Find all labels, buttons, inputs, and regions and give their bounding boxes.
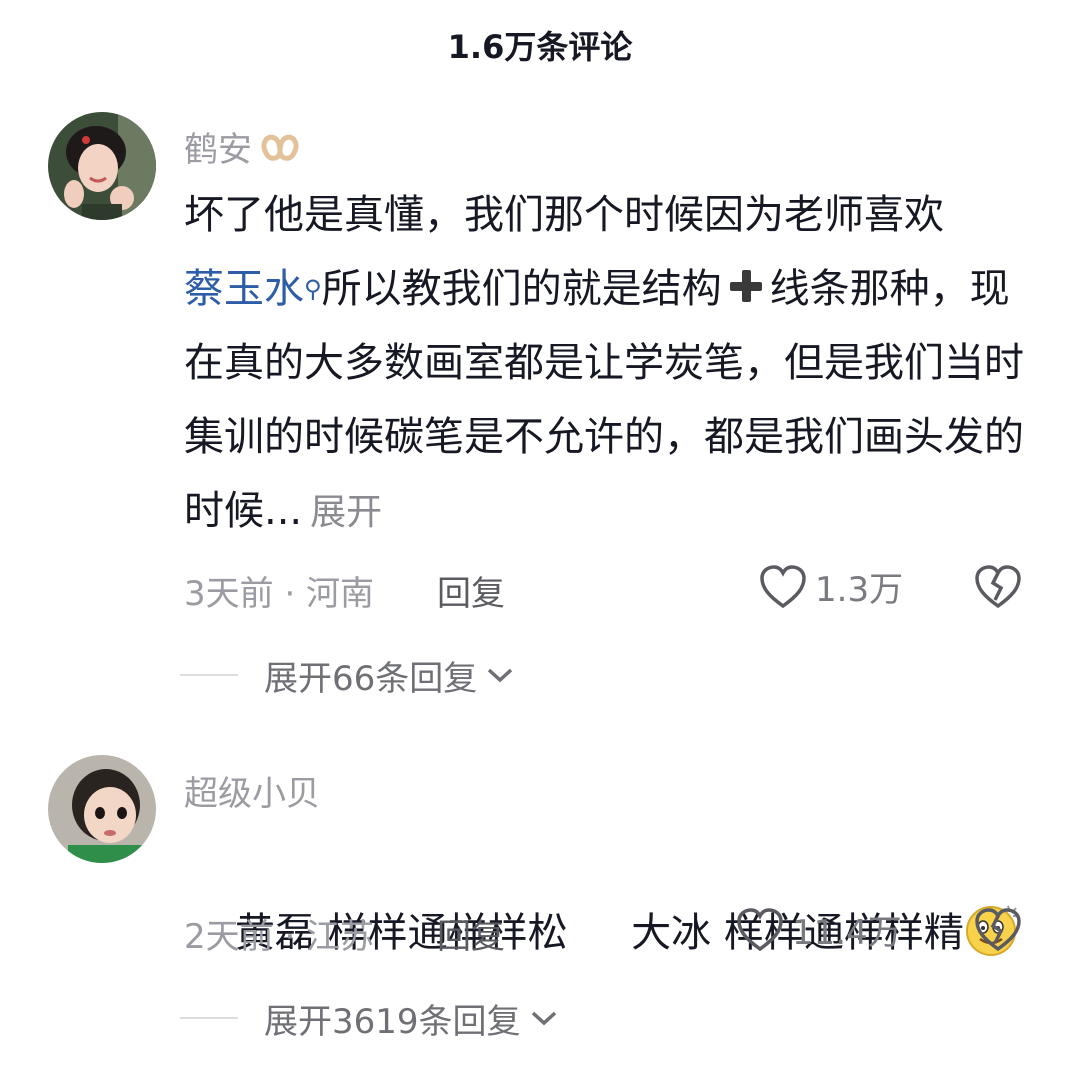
heart-icon — [760, 564, 806, 608]
like-button[interactable]: 1.3万 — [759, 562, 903, 611]
expand-replies-label: 展开66条回复 — [264, 658, 478, 699]
comment-text-part: 坏了他是真懂，我们那个时候因为老师喜欢 — [184, 192, 944, 238]
like-count: 11.4万 — [792, 913, 902, 953]
pretzel-emoji-icon — [261, 134, 299, 161]
time-location: 2天前 · 江苏 — [184, 917, 375, 957]
chevron-down-icon — [531, 1011, 556, 1026]
expand-replies-button[interactable]: 展开66条回复 — [180, 650, 515, 700]
reply-button[interactable]: 回复 — [437, 566, 505, 615]
avatar[interactable] — [48, 112, 156, 220]
comment-text: 坏了他是真懂，我们那个时候因为老师喜欢 蔡玉水⚲所以教我们的就是结构 线条那种，现… — [184, 178, 1034, 550]
username[interactable]: 超级小贝 — [184, 766, 320, 815]
mention-text: 蔡玉水 — [184, 266, 304, 312]
expand-comment-button[interactable]: 展开 — [310, 492, 382, 533]
broken-heart-icon — [975, 908, 1021, 952]
divider-line — [180, 674, 238, 676]
time-location: 3天前 · 河南 — [184, 574, 375, 614]
reply-button[interactable]: 回复 — [437, 909, 505, 958]
username-text: 超级小贝 — [184, 774, 320, 814]
plus-emoji-icon — [729, 270, 762, 302]
dislike-button[interactable] — [974, 907, 1022, 962]
expand-replies-button[interactable]: 展开3619条回复 — [180, 993, 559, 1043]
comment-meta: 3天前 · 河南 回复 1.3万 — [184, 562, 1034, 615]
username-text: 鹤安 — [184, 130, 252, 170]
avatar[interactable] — [48, 755, 156, 863]
like-count: 1.3万 — [815, 570, 904, 610]
divider-line — [180, 1017, 238, 1019]
search-icon: ⚲ — [304, 275, 322, 303]
username[interactable]: 鹤安 — [184, 122, 302, 171]
broken-heart-icon — [975, 565, 1021, 609]
expand-replies-label: 展开3619条回复 — [264, 1001, 521, 1042]
comment-meta: 2天前 · 江苏 回复 11.4万 — [184, 905, 1034, 958]
comment-text-part: 所以教我们的就是结构 — [321, 266, 722, 312]
dislike-button[interactable] — [974, 564, 1022, 619]
mention-link[interactable]: 蔡玉水⚲ — [184, 266, 322, 312]
page-title: 1.6万条评论 — [447, 28, 633, 66]
heart-icon — [737, 907, 783, 951]
like-button[interactable]: 11.4万 — [736, 905, 902, 954]
chevron-down-icon — [488, 668, 513, 683]
